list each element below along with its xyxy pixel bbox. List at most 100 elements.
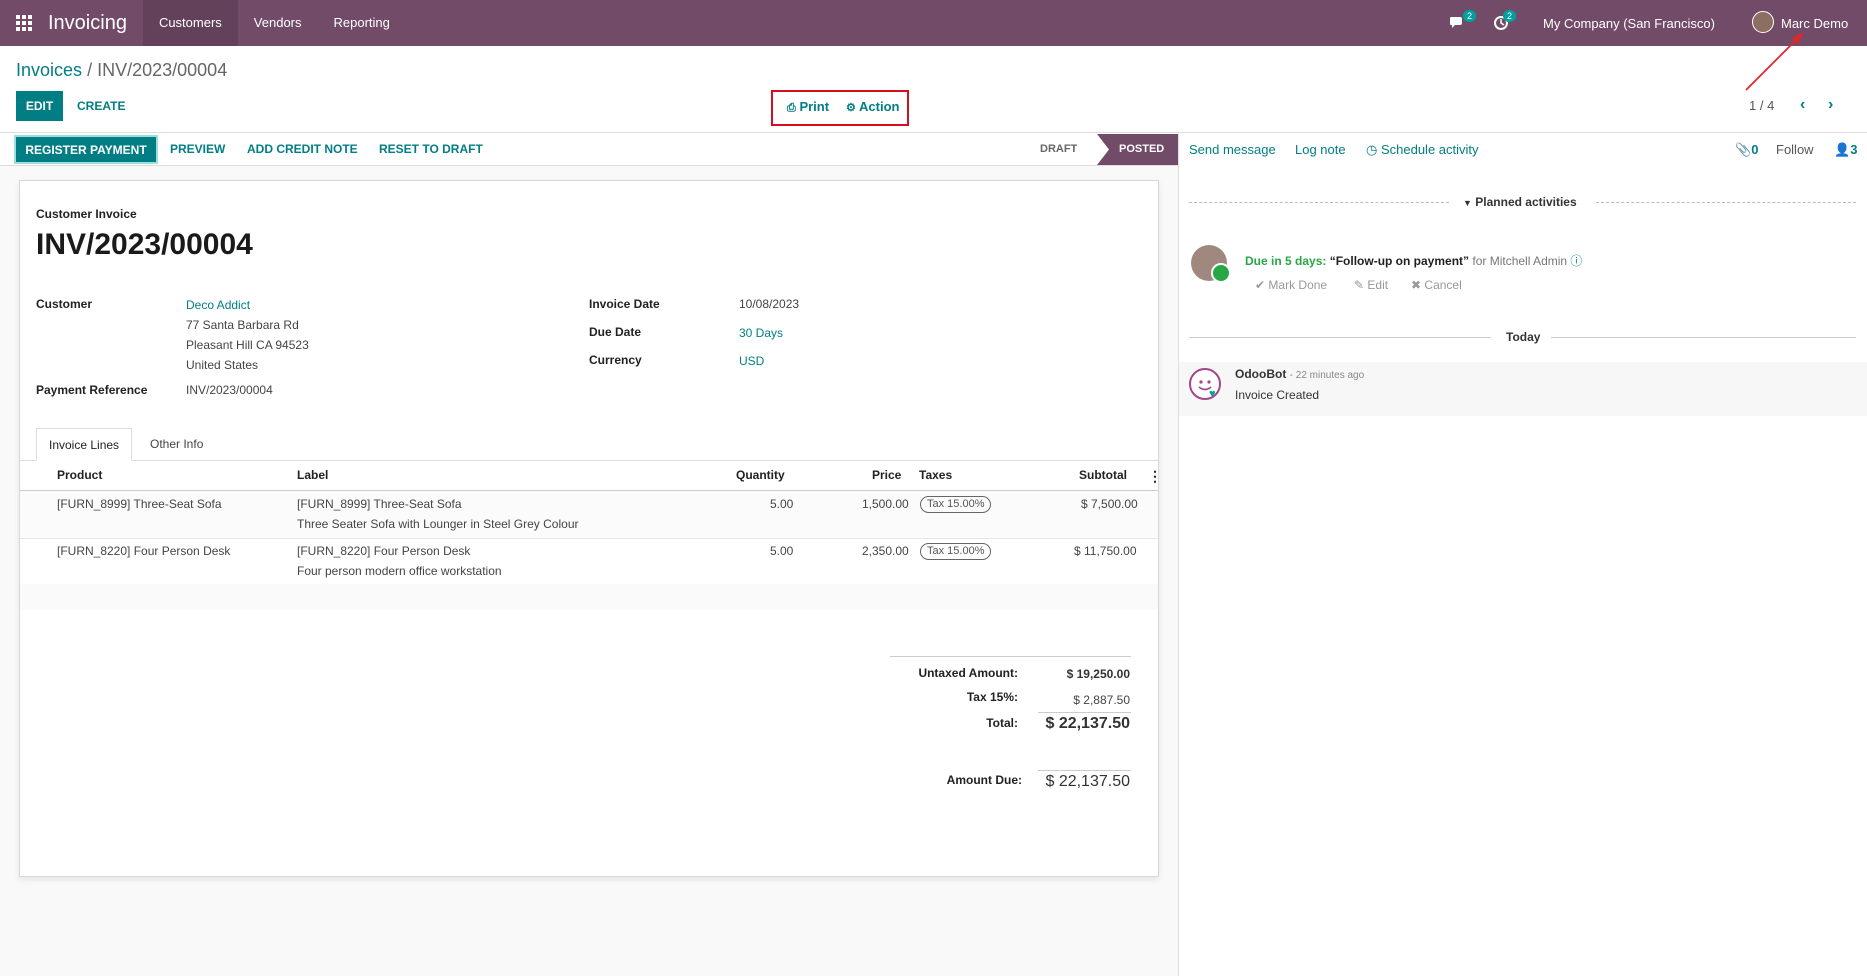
invoice-number: INV/2023/00004 — [36, 228, 253, 261]
tax-badge: Tax 15.00% — [920, 543, 992, 560]
untaxed-label: Untaxed Amount: — [918, 666, 1018, 680]
activities-icon[interactable] — [1493, 0, 1509, 46]
address-line: United States — [186, 358, 259, 372]
breadcrumb-current: INV/2023/00004 — [97, 60, 228, 80]
divider — [1189, 337, 1491, 338]
message-header: OdooBot - 22 minutes ago — [1235, 367, 1364, 381]
activity-summary: “Follow-up on payment” — [1329, 254, 1470, 268]
line-description: Three Seater Sofa with Lounger in Steel … — [297, 517, 579, 531]
print-button[interactable]: ⎙ Print — [787, 99, 829, 115]
message-author[interactable]: OdooBot — [1235, 367, 1286, 381]
customer-link[interactable]: Deco Addict — [186, 298, 250, 312]
activity-edit-button[interactable]: ✎ Edit — [1354, 278, 1388, 292]
col-taxes[interactable]: Taxes — [919, 468, 952, 482]
col-quantity[interactable]: Quantity — [736, 468, 785, 482]
message-time: - 22 minutes ago — [1289, 370, 1365, 381]
caret-down-icon: ▼ — [1463, 198, 1472, 208]
preview-button[interactable]: PREVIEW — [170, 134, 225, 164]
tab-other-info[interactable]: Other Info — [138, 428, 215, 461]
reset-to-draft-button[interactable]: RESET TO DRAFT — [379, 134, 483, 164]
edit-button[interactable]: EDIT — [16, 91, 63, 121]
totals-divider — [1038, 712, 1131, 713]
app-name[interactable]: Invoicing — [48, 12, 127, 35]
optional-columns-icon[interactable]: ⋮ — [1148, 468, 1162, 485]
pager-previous-icon[interactable]: ‹ — [1800, 96, 1805, 114]
currency-value[interactable]: USD — [739, 354, 764, 368]
action-button[interactable]: ⚙ Action — [846, 99, 899, 114]
company-switcher[interactable]: My Company (San Francisco) — [1543, 0, 1715, 46]
tax-value: $ 2,887.50 — [1073, 693, 1130, 707]
today-separator: Today — [1506, 330, 1541, 344]
menu-customers[interactable]: Customers — [142, 0, 238, 46]
register-payment-button[interactable]: REGISTER PAYMENT — [14, 135, 158, 164]
tax-label: Tax 15%: — [966, 690, 1018, 704]
col-label[interactable]: Label — [297, 468, 328, 482]
messages-icon[interactable] — [1449, 0, 1465, 46]
activity-cancel-button[interactable]: ✖ Cancel — [1411, 278, 1462, 292]
apps-menu-icon[interactable] — [0, 0, 48, 46]
message-body: Invoice Created — [1235, 388, 1320, 402]
red-arrow-annotation — [1745, 32, 1804, 91]
line-price: 1,500.00 — [862, 497, 909, 511]
col-subtotal[interactable]: Subtotal — [1079, 468, 1127, 482]
followers-count: 3 — [1850, 142, 1858, 157]
due-date-value[interactable]: 30 Days — [739, 326, 783, 340]
tax-badge: Tax 15.00% — [920, 496, 992, 513]
row-divider — [20, 538, 1158, 539]
col-price[interactable]: Price — [872, 468, 901, 482]
info-icon[interactable]: ⓘ — [1570, 254, 1582, 268]
print-label: Print — [799, 99, 830, 114]
amount-due-value: $ 22,137.50 — [1045, 773, 1130, 790]
create-button[interactable]: CREATE — [77, 91, 125, 121]
clock-icon: ◷ — [1366, 142, 1378, 157]
activity-item: Due in 5 days: “Follow-up on payment” fo… — [1245, 252, 1582, 269]
amount-due-label: Amount Due: — [946, 773, 1022, 787]
stage-draft[interactable]: DRAFT — [1040, 134, 1077, 164]
line-product: [FURN_8220] Four Person Desk — [57, 544, 231, 558]
divider — [1551, 337, 1856, 338]
tab-invoice-lines[interactable]: Invoice Lines — [36, 428, 133, 461]
payment-reference-value: INV/2023/00004 — [186, 383, 273, 397]
divider — [1189, 202, 1449, 203]
add-credit-note-button[interactable]: ADD CREDIT NOTE — [247, 134, 358, 164]
mark-done-button[interactable]: ✔ Mark Done — [1255, 278, 1327, 292]
close-icon: ✖ — [1411, 278, 1422, 292]
online-heart-icon: ♥ — [1209, 388, 1216, 400]
col-product[interactable]: Product — [57, 468, 102, 482]
line-label: [FURN_8220] Four Person Desk — [297, 544, 471, 558]
log-note-button[interactable]: Log note — [1295, 142, 1346, 157]
table-row-empty — [20, 584, 1158, 610]
follow-button[interactable]: Follow — [1776, 142, 1814, 157]
line-label: [FURN_8999] Three-Seat Sofa — [297, 497, 462, 511]
pager-next-icon[interactable]: › — [1828, 96, 1833, 114]
activity-type-icon — [1211, 263, 1231, 283]
activity-cancel-label: Cancel — [1424, 278, 1462, 292]
planned-activities-toggle[interactable]: ▼ Planned activities — [1463, 195, 1577, 209]
send-message-button[interactable]: Send message — [1189, 142, 1276, 157]
currency-label: Currency — [589, 353, 642, 367]
line-quantity: 5.00 — [770, 544, 794, 558]
total-value: $ 22,137.50 — [1045, 715, 1130, 732]
menu-reporting[interactable]: Reporting — [318, 0, 406, 46]
activity-assignee: for Mitchell Admin — [1472, 254, 1568, 268]
breadcrumb: Invoices / INV/2023/00004 — [16, 60, 227, 81]
invoice-date-label: Invoice Date — [589, 297, 660, 311]
pager-value[interactable]: 1 / 4 — [1749, 98, 1774, 113]
line-price: 2,350.00 — [862, 544, 909, 558]
totals-divider — [890, 656, 1131, 657]
total-label: Total: — [986, 716, 1018, 730]
due-date-label: Due Date — [589, 325, 642, 339]
attachments-button[interactable]: 📎0 — [1735, 142, 1758, 158]
untaxed-value: $ 19,250.00 — [1066, 667, 1130, 681]
planned-activities-label: Planned activities — [1475, 195, 1577, 209]
invoice-type: Customer Invoice — [36, 207, 137, 221]
paperclip-icon: 📎 — [1735, 142, 1752, 157]
menu-vendors[interactable]: Vendors — [238, 0, 318, 46]
breadcrumb-separator: / — [87, 60, 93, 80]
followers-button[interactable]: 👤3 — [1834, 142, 1857, 158]
schedule-activity-button[interactable]: ◷ Schedule activity — [1366, 142, 1479, 158]
user-icon: 👤 — [1834, 142, 1851, 157]
line-subtotal: $ 7,500.00 — [1081, 497, 1138, 511]
customer-label: Customer — [36, 297, 93, 311]
breadcrumb-invoices[interactable]: Invoices — [16, 60, 82, 80]
